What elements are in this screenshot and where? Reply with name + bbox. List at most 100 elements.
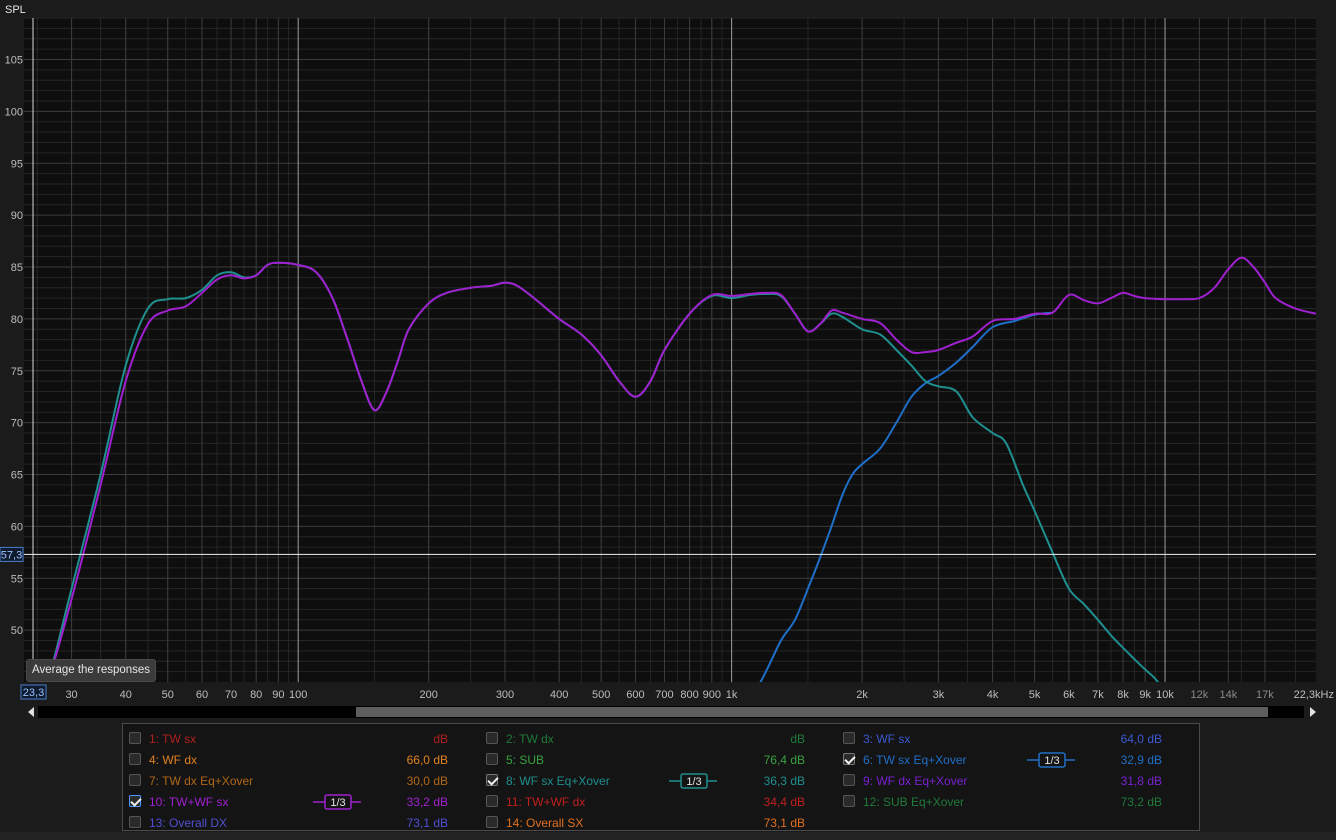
svg-text:1/3: 1/3 — [686, 776, 701, 788]
legend-label: 11: TW+WF dx — [506, 795, 586, 809]
legend-value: 73,2 dB — [1120, 795, 1162, 809]
legend-value: 64,0 dB — [1120, 732, 1162, 746]
legend-value: 33,2 dB — [406, 795, 448, 809]
y-tick-label: 80 — [11, 314, 23, 326]
legend-value: 32,9 dB — [1120, 753, 1162, 767]
x-tick-label: 30 — [65, 689, 77, 701]
legend-checkbox[interactable] — [843, 732, 855, 744]
x-tick-label: 1k — [726, 689, 738, 701]
x-tick-label: 300 — [496, 689, 514, 701]
legend-checkbox[interactable] — [843, 774, 855, 786]
x-tick-label: 900 — [703, 689, 721, 701]
legend-item[interactable]: 14: Overall SX 73,1 dB — [486, 814, 836, 832]
y-tick-label: 90 — [11, 210, 23, 222]
y-tick-label: 95 — [11, 158, 23, 170]
legend-checkbox[interactable] — [486, 732, 498, 744]
legend-label: 10: TW+WF sx — [149, 795, 229, 809]
y-tick-label: 60 — [11, 521, 23, 533]
scroll-right-arrow-icon[interactable] — [1310, 707, 1316, 717]
legend-item[interactable]: 7: TW dx Eq+Xover 30,0 dB — [129, 772, 479, 790]
x-tick-label: 3k — [933, 689, 945, 701]
x-tick-label: 10k — [1156, 689, 1174, 701]
legend-value: 34,4 dB — [763, 795, 805, 809]
legend-value: dB — [790, 732, 805, 746]
x-tick-label: 70 — [225, 689, 237, 701]
tooltip: Average the responses — [26, 659, 157, 682]
smoothing-badge[interactable]: 1/3 — [313, 794, 361, 810]
y-tick-label: 65 — [11, 470, 23, 482]
legend-item[interactable]: 2: TW dx dB — [486, 730, 836, 748]
scrollbar-thumb[interactable] — [356, 707, 1268, 717]
legend-item[interactable]: 5: SUB 76,4 dB — [486, 751, 836, 769]
x-tick-label: 500 — [592, 689, 610, 701]
x-tick-label: 40 — [120, 689, 132, 701]
legend-label: 3: WF sx — [863, 732, 911, 746]
horizontal-scrollbar[interactable] — [38, 706, 1304, 718]
legend-checkbox[interactable] — [129, 795, 141, 807]
cursor-y-readout: 57,3 — [1, 549, 22, 561]
legend-checkbox[interactable] — [843, 795, 855, 807]
y-tick-label: 100 — [5, 106, 23, 118]
legend-label: 8: WF sx Eq+Xover — [506, 774, 610, 788]
x-tick-label: 6k — [1063, 689, 1075, 701]
legend-item[interactable]: 9: WF dx Eq+Xover 31,8 dB — [843, 772, 1193, 790]
legend-checkbox[interactable] — [486, 774, 498, 786]
legend-label: 12: SUB Eq+Xover — [863, 795, 965, 809]
legend-item[interactable]: 8: WF sx Eq+Xover 1/3 36,3 dB — [486, 772, 836, 790]
cursor-x-readout: 23,3 — [23, 687, 44, 699]
legend-label: 4: WF dx — [149, 753, 198, 767]
legend-item[interactable]: 4: WF dx 66,0 dB — [129, 751, 479, 769]
legend-label: 7: TW dx Eq+Xover — [149, 774, 254, 788]
legend-value: 36,3 dB — [763, 774, 805, 788]
bottom-bar — [0, 832, 1336, 840]
smoothing-badge[interactable]: 1/3 — [1027, 752, 1075, 768]
x-tick-label: 800 — [680, 689, 698, 701]
x-tick-label: 4k — [987, 689, 999, 701]
x-tick-label: 700 — [655, 689, 673, 701]
legend-label: 5: SUB — [506, 753, 545, 767]
legend-checkbox[interactable] — [486, 753, 498, 765]
legend-item[interactable]: 3: WF sx 64,0 dB — [843, 730, 1193, 748]
legend-item[interactable]: 12: SUB Eq+Xover 73,2 dB — [843, 793, 1193, 811]
legend-label: 9: WF dx Eq+Xover — [863, 774, 968, 788]
y-tick-label: 50 — [11, 625, 23, 637]
x-tick-label: 600 — [626, 689, 644, 701]
legend-checkbox[interactable] — [129, 816, 141, 828]
x-tick-label: 7k — [1092, 689, 1104, 701]
legend-item[interactable]: 6: TW sx Eq+Xover 1/3 32,9 dB — [843, 751, 1193, 769]
legend-value: 66,0 dB — [406, 753, 448, 767]
legend-label: 13: Overall DX — [149, 816, 228, 830]
x-tick-label: 50 — [162, 689, 174, 701]
x-tick-label: 22,3kHz — [1294, 689, 1334, 701]
y-tick-label: 105 — [5, 55, 23, 67]
legend-item[interactable]: 13: Overall DX 73,1 dB — [129, 814, 479, 832]
svg-text:1/3: 1/3 — [330, 797, 345, 809]
x-tick-label: 8k — [1117, 689, 1129, 701]
y-tick-label: 70 — [11, 418, 23, 430]
x-tick-label: 12k — [1190, 689, 1208, 701]
legend-value: 73,1 dB — [763, 816, 805, 830]
legend-checkbox[interactable] — [486, 816, 498, 828]
legend-checkbox[interactable] — [129, 753, 141, 765]
legend-item[interactable]: 10: TW+WF sx 1/3 33,2 dB — [129, 793, 479, 811]
legend-value: 73,1 dB — [406, 816, 448, 830]
legend-item[interactable]: 1: TW sx dB — [129, 730, 479, 748]
legend-label: 14: Overall SX — [506, 816, 584, 830]
legend-value: 31,8 dB — [1120, 774, 1162, 788]
scroll-left-arrow-icon[interactable] — [28, 707, 34, 717]
y-tick-label: 85 — [11, 262, 23, 274]
legend-checkbox[interactable] — [129, 774, 141, 786]
svg-text:1/3: 1/3 — [1044, 755, 1059, 767]
x-tick-label: 80 — [250, 689, 262, 701]
smoothing-badge[interactable]: 1/3 — [669, 773, 717, 789]
x-tick-label: 5k — [1029, 689, 1041, 701]
legend-checkbox[interactable] — [129, 732, 141, 744]
y-axis-label: SPL — [5, 4, 26, 16]
legend-checkbox[interactable] — [486, 795, 498, 807]
x-tick-label: 14k — [1219, 689, 1237, 701]
legend-label: 1: TW sx — [149, 732, 197, 746]
spl-chart[interactable]: 57,3 23,3 50 55 60 65 70 75 80 85 90 95 100 105 30 40… — [0, 0, 1336, 705]
legend-checkbox[interactable] — [843, 753, 855, 765]
measurement-legend: 1: TW sx dB 4: WF dx 66,0 dB 7: TW dx Eq+Xov… — [122, 723, 1200, 831]
legend-item[interactable]: 11: TW+WF dx 34,4 dB — [486, 793, 836, 811]
